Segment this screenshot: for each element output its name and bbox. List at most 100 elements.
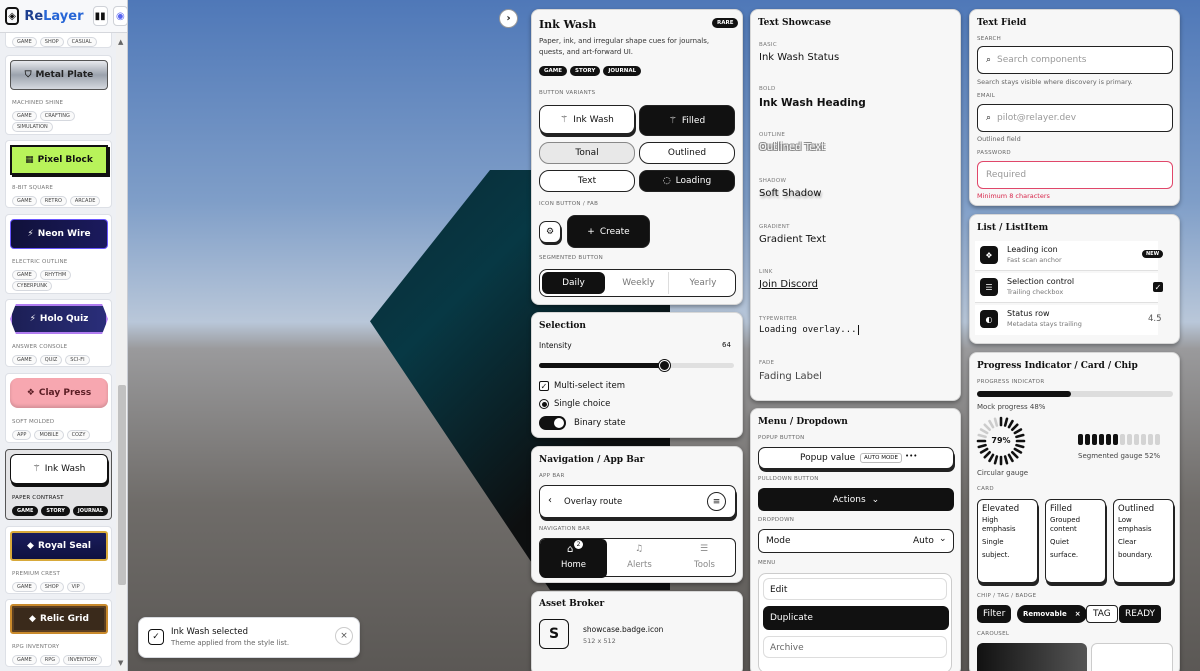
style-card-relic-grid[interactable]: ◆ Relic Grid RPG INVENTORY GAME RPG INVENTO… bbox=[5, 599, 112, 667]
ink-wash-button[interactable]: ⚚ Ink Wash bbox=[539, 105, 635, 134]
panel-toggle-button[interactable]: › bbox=[499, 9, 518, 28]
scroll-up-icon[interactable]: ▲ bbox=[118, 38, 123, 46]
gauge-tick bbox=[1007, 453, 1014, 463]
email-placeholder: pilot@relayer.dev bbox=[997, 113, 1077, 123]
style-tag: GAME bbox=[12, 270, 37, 280]
style-tag: GAME bbox=[12, 655, 37, 665]
segment-weekly[interactable]: Weekly bbox=[609, 272, 669, 294]
layers-icon: ❖ bbox=[26, 388, 35, 398]
settings-icon-button[interactable]: ⚙ bbox=[539, 221, 561, 243]
style-card-partial[interactable]: GAME SHOP CASUAL bbox=[5, 33, 112, 48]
back-arrow-icon[interactable]: ‹ bbox=[548, 495, 552, 506]
toast-close-button[interactable]: × bbox=[335, 627, 353, 645]
gauge-tick bbox=[1013, 428, 1023, 435]
create-fab[interactable]: + Create bbox=[567, 215, 650, 248]
nav-item-home[interactable]: ⌂ 2 Home bbox=[540, 539, 607, 578]
style-list[interactable]: GAME SHOP CASUAL ⛉ Metal Plate MACHINED S… bbox=[0, 33, 116, 671]
single-choice-radio[interactable]: Single choice bbox=[539, 399, 610, 409]
close-icon[interactable]: × bbox=[1075, 610, 1081, 618]
toast-notification: ✓ Ink Wash selected Theme applied from t… bbox=[138, 617, 360, 658]
outlined-card[interactable]: Outlined Low emphasis Clear boundary. bbox=[1113, 499, 1174, 583]
elevated-card[interactable]: Elevated High emphasis Single subject. bbox=[977, 499, 1038, 583]
style-swatch: ▦ Pixel Block bbox=[10, 145, 108, 175]
binary-state-switch[interactable]: Binary state bbox=[539, 416, 626, 430]
sidebar-scrollbar[interactable]: ▲ ▼ bbox=[116, 33, 127, 671]
more-icon: ••• bbox=[905, 452, 918, 460]
panel-title: Asset Broker bbox=[539, 599, 605, 609]
style-name: Metal Plate bbox=[35, 70, 94, 80]
list-item[interactable]: ❖ Leading icon Fast scan anchor NEW bbox=[975, 241, 1164, 271]
filled-card[interactable]: Filled Grouped content Quiet surface. bbox=[1045, 499, 1106, 583]
text-style-label: BOLD bbox=[759, 86, 776, 92]
rarity-badge: RARE bbox=[712, 18, 739, 28]
nav-item-alerts[interactable]: ♫ Alerts bbox=[607, 539, 672, 578]
filled-button[interactable]: ⚚ Filled bbox=[639, 105, 735, 136]
style-card-pixel-block[interactable]: ▦ Pixel Block 8-BIT SQUARE GAME RETRO ARCAD… bbox=[5, 140, 112, 208]
style-subtitle: RPG INVENTORY bbox=[12, 644, 60, 650]
style-name: Relic Grid bbox=[39, 614, 89, 624]
email-help-text: Outlined field bbox=[977, 135, 1021, 143]
chevron-right-icon: › bbox=[506, 13, 511, 24]
style-subtitle: ANSWER CONSOLE bbox=[12, 344, 68, 350]
segment-daily[interactable]: Daily bbox=[542, 272, 605, 294]
toast-message: Theme applied from the style list. bbox=[171, 639, 290, 647]
sidebar-header: ◈ ReLayer ▮▮ ◉ bbox=[0, 0, 127, 33]
actions-pulldown-button[interactable]: Actions ⌄ bbox=[758, 488, 954, 511]
intensity-slider[interactable] bbox=[539, 360, 734, 371]
style-card-metal-plate[interactable]: ⛉ Metal Plate MACHINED SHINE GAME CRAFTING… bbox=[5, 55, 112, 135]
shield-icon: ⛉ bbox=[24, 70, 32, 80]
asset-broker-panel: Asset Broker S showcase.badge.icon 512 x… bbox=[531, 591, 743, 671]
gauge-tick bbox=[988, 419, 995, 429]
text-style-label: FADE bbox=[759, 360, 775, 366]
tonal-button[interactable]: Tonal bbox=[539, 142, 635, 164]
mode-dropdown[interactable]: Mode Auto ⌄ bbox=[758, 529, 954, 553]
multi-select-checkbox[interactable]: ✓ Multi-select item bbox=[539, 381, 625, 391]
text-button[interactable]: Text bbox=[539, 170, 635, 192]
scroll-down-icon[interactable]: ▼ bbox=[118, 659, 123, 667]
email-field[interactable]: ⌕ pilot@relayer.dev bbox=[977, 104, 1173, 132]
filter-chip[interactable]: Filter bbox=[977, 605, 1012, 623]
button-label: Ink Wash bbox=[573, 114, 614, 125]
password-field[interactable]: Required bbox=[977, 161, 1173, 189]
outlined-button[interactable]: Outlined bbox=[639, 142, 735, 164]
trailing-checkbox[interactable]: ✓ bbox=[1153, 282, 1163, 292]
asset-name: showcase.badge.icon bbox=[583, 625, 664, 634]
gauge-segment bbox=[1099, 434, 1104, 445]
style-card-royal-seal[interactable]: ◆ Royal Seal PREMIUM CREST GAME SHOP VIP bbox=[5, 526, 112, 594]
gauge-tick bbox=[1015, 443, 1025, 449]
removable-chip[interactable]: Removable × bbox=[1017, 605, 1087, 623]
menu-item-edit[interactable]: Edit bbox=[763, 578, 947, 600]
panel-title: Text Field bbox=[977, 18, 1027, 28]
style-card-neon-wire[interactable]: ⚡ Neon Wire ELECTRIC OUTLINE GAME RHYTHM C… bbox=[5, 214, 112, 294]
search-input[interactable]: ⌕ Search components bbox=[977, 46, 1173, 74]
slider-thumb[interactable] bbox=[658, 360, 670, 371]
tag-chip: TAG bbox=[1086, 605, 1118, 623]
style-card-ink-wash[interactable]: ⚚ Ink Wash PAPER CONTRAST GAME STORY JOURNA… bbox=[5, 449, 112, 520]
menu-item-duplicate[interactable]: Duplicate bbox=[763, 606, 949, 630]
dropdown-value: Auto bbox=[913, 536, 934, 546]
card-line: Grouped bbox=[1050, 516, 1081, 524]
book-icon[interactable]: ▮▮ bbox=[92, 6, 108, 26]
section-label: NAVIGATION BAR bbox=[539, 526, 591, 532]
scrollbar-thumb[interactable] bbox=[118, 385, 126, 585]
loading-button[interactable]: ◌ Loading bbox=[639, 170, 735, 192]
list-item[interactable]: ◐ Status row Metadata stays trailing 4.5 bbox=[975, 305, 1162, 335]
gauge-segment bbox=[1120, 434, 1125, 445]
menu-item-archive[interactable]: Archive bbox=[763, 636, 947, 658]
bolt-icon: ⚡ bbox=[27, 229, 34, 239]
section-label: PROGRESS INDICATOR bbox=[977, 379, 1045, 385]
carousel-slide[interactable] bbox=[977, 643, 1087, 671]
discord-link[interactable]: Join Discord bbox=[759, 279, 818, 290]
menu-icon[interactable]: ≡ bbox=[707, 492, 726, 511]
list-item[interactable]: ☰ Selection control Trailing checkbox ✓ bbox=[975, 273, 1163, 303]
style-card-holo-quiz[interactable]: ⚡ Holo Quiz ANSWER CONSOLE GAME QUIZ SCI-FI bbox=[5, 299, 112, 367]
card-line: content bbox=[1050, 525, 1077, 533]
outlined-text: Outlined Text bbox=[759, 142, 825, 153]
popup-button[interactable]: Popup value AUTO MODE ••• bbox=[758, 447, 954, 469]
discord-icon[interactable]: ◉ bbox=[112, 6, 127, 26]
nav-item-tools[interactable]: ☰ Tools bbox=[672, 539, 737, 578]
card-line: Quiet bbox=[1050, 538, 1069, 546]
style-card-clay-press[interactable]: ❖ Clay Press SOFT MOLDED APP MOBILE COZY bbox=[5, 373, 112, 443]
carousel-slide[interactable] bbox=[1091, 643, 1173, 671]
segment-yearly[interactable]: Yearly bbox=[673, 272, 733, 294]
